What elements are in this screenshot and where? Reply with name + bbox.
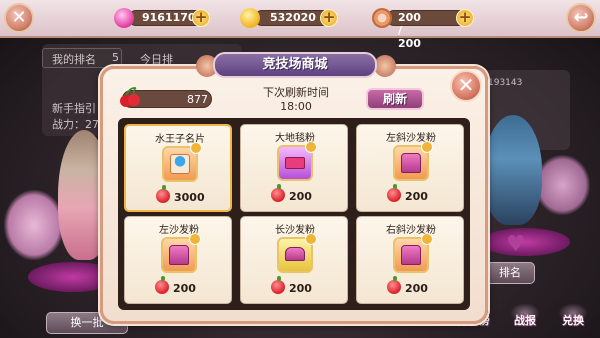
item-name: 左沙发粉 bbox=[159, 225, 199, 236]
badge-icon bbox=[305, 141, 317, 153]
opponent-number: 193143 bbox=[488, 78, 523, 88]
sofa-glyph bbox=[285, 247, 305, 261]
gems-value: 9161170 bbox=[142, 11, 196, 24]
card-icon bbox=[162, 142, 202, 182]
cherry-icon bbox=[120, 87, 140, 107]
badge-icon bbox=[189, 233, 201, 245]
leaderboard-small-button[interactable]: 排名 bbox=[485, 262, 535, 284]
cherry-icon bbox=[156, 185, 170, 203]
shop-item[interactable]: 右斜沙发粉 200 bbox=[356, 216, 464, 304]
cherry-icon bbox=[387, 184, 401, 202]
cherry-icon bbox=[155, 276, 169, 294]
refresh-button[interactable]: 刷新 bbox=[366, 88, 424, 110]
opponent-character[interactable] bbox=[484, 115, 542, 225]
badge-icon bbox=[421, 233, 433, 245]
chair-icon bbox=[393, 141, 433, 181]
refresh-title: 下次刷新时间 bbox=[263, 86, 329, 99]
arena-currency-value: 877 bbox=[187, 93, 208, 106]
add-gems-button[interactable]: + bbox=[192, 9, 210, 27]
battle-report-button[interactable]: 战报 bbox=[500, 303, 550, 337]
item-price: 200 bbox=[289, 282, 312, 295]
shop-item[interactable]: 左斜沙发粉 200 bbox=[356, 124, 464, 212]
exchange-button[interactable]: 兑换 bbox=[548, 303, 598, 337]
stamina-value: 200 / 200 bbox=[398, 11, 421, 50]
gold-value: 532020 bbox=[270, 11, 316, 24]
wings-decoration bbox=[4, 190, 64, 260]
exchange-icon bbox=[558, 303, 588, 323]
close-screen-button[interactable]: ✕ bbox=[4, 3, 34, 33]
cherry-icon bbox=[271, 184, 285, 202]
chair-glyph bbox=[169, 245, 189, 265]
heart-icon: ♥ bbox=[506, 232, 526, 257]
badge-icon bbox=[421, 141, 433, 153]
power-label: 战力：27 bbox=[52, 118, 99, 131]
my-rank-label: 我的排名 bbox=[52, 53, 96, 66]
item-price: 200 bbox=[405, 190, 428, 203]
chair-glyph bbox=[401, 245, 421, 265]
gold-coin-icon bbox=[240, 8, 260, 28]
item-name: 大地毯粉 bbox=[275, 133, 315, 144]
add-gold-button[interactable]: + bbox=[320, 9, 338, 27]
dialog-title: 竞技场商城 bbox=[213, 52, 377, 78]
back-button[interactable]: ↩ bbox=[566, 3, 596, 33]
my-rank-value: 5 bbox=[112, 51, 119, 64]
gem-icon bbox=[114, 8, 134, 28]
add-stamina-button[interactable]: + bbox=[456, 9, 474, 27]
chair-icon bbox=[393, 233, 433, 273]
wings-decoration bbox=[535, 155, 590, 215]
badge-icon bbox=[305, 233, 317, 245]
shop-item[interactable]: 水王子名片 3000 bbox=[124, 124, 232, 212]
shop-item[interactable]: 左沙发粉 200 bbox=[124, 216, 232, 304]
item-price: 200 bbox=[289, 190, 312, 203]
cherry-icon bbox=[387, 276, 401, 294]
close-dialog-button[interactable]: ✕ bbox=[450, 70, 482, 102]
shop-item-grid: 水王子名片 3000 大地毯粉 200 左斜沙发粉 200 左沙发粉 200 长… bbox=[118, 118, 470, 310]
card-glyph bbox=[170, 154, 190, 174]
chair-glyph bbox=[401, 153, 421, 173]
banner-ornament bbox=[374, 55, 396, 77]
chair-icon bbox=[161, 233, 201, 273]
item-price: 200 bbox=[405, 282, 428, 295]
cherry-icon bbox=[271, 276, 285, 294]
badge-icon bbox=[190, 142, 202, 154]
sofa-icon bbox=[277, 233, 317, 273]
resource-bar: ✕ 9161170 + 532020 + 200 / 200 + ↩ bbox=[0, 0, 600, 50]
donut-icon bbox=[372, 8, 392, 28]
item-price: 3000 bbox=[174, 191, 205, 204]
item-name: 左斜沙发粉 bbox=[386, 133, 436, 144]
item-name: 右斜沙发粉 bbox=[386, 225, 436, 236]
item-name: 长沙发粉 bbox=[275, 225, 315, 236]
newbie-guide-label[interactable]: 新手指引 bbox=[52, 100, 96, 116]
item-name: 水王子名片 bbox=[155, 134, 205, 145]
shop-item[interactable]: 大地毯粉 200 bbox=[240, 124, 348, 212]
refresh-time: 18:00 bbox=[280, 100, 312, 113]
carpet-icon bbox=[277, 141, 317, 181]
shop-item[interactable]: 长沙发粉 200 bbox=[240, 216, 348, 304]
today-label: 今日排 bbox=[140, 53, 173, 66]
carpet-glyph bbox=[285, 157, 305, 169]
item-price: 200 bbox=[173, 282, 196, 295]
battle-report-icon bbox=[510, 303, 540, 323]
